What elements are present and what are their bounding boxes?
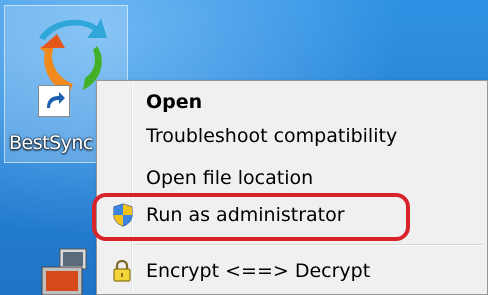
context-menu: Open Troubleshoot compatibility Open fil… xyxy=(96,80,488,295)
menu-item-label: Encrypt <==> Decrypt xyxy=(146,260,371,282)
menu-separator xyxy=(134,244,483,246)
highlight-annotation xyxy=(92,193,410,241)
menu-item-troubleshoot-compatibility[interactable]: Troubleshoot compatibility xyxy=(99,119,485,153)
menu-item-encrypt-decrypt[interactable]: Encrypt <==> Decrypt xyxy=(99,254,485,288)
menu-item-open[interactable]: Open xyxy=(99,85,485,119)
padlock-icon xyxy=(113,259,131,282)
menu-item-label: Troubleshoot compatibility xyxy=(146,125,398,147)
menu-item-label: Open file location xyxy=(146,167,314,189)
shortcut-label: BestSync xyxy=(9,132,93,154)
computer-icon[interactable] xyxy=(34,243,94,295)
menu-item-open-file-location[interactable]: Open file location xyxy=(99,161,485,195)
shortcut-arrow-icon xyxy=(38,85,70,117)
menu-item-label: Open xyxy=(146,91,203,113)
